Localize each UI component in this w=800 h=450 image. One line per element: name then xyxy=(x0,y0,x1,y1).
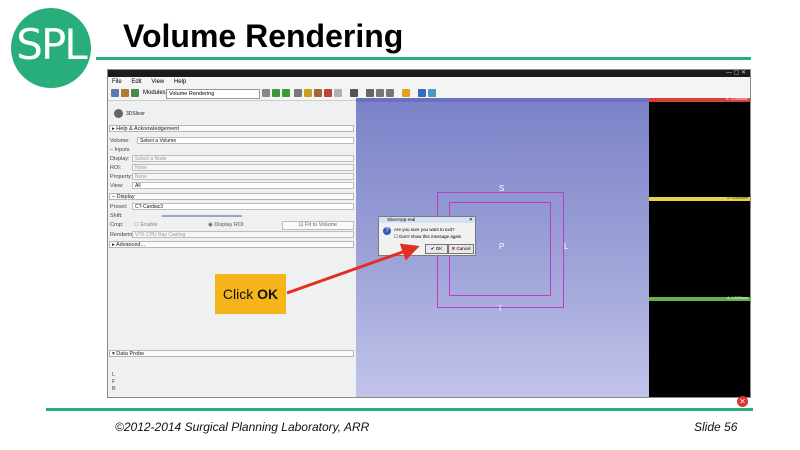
callout-arrow xyxy=(286,243,420,295)
close-icon[interactable]: ✕ xyxy=(737,396,748,407)
